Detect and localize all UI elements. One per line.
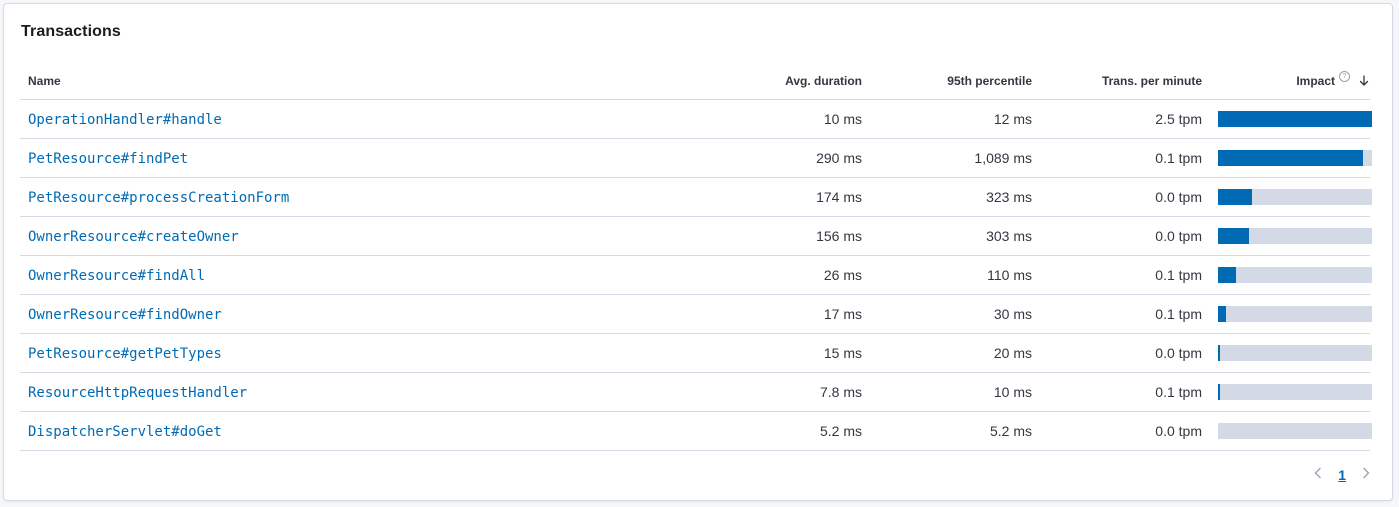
name-cell: OwnerResource#createOwner (20, 216, 540, 256)
p95-cell: 1,089 ms (870, 138, 1040, 178)
impact-cell (1210, 138, 1372, 178)
transaction-name-link[interactable]: OwnerResource#createOwner (28, 229, 239, 245)
tpm-cell: 2.5 tpm (1040, 99, 1210, 139)
transaction-name-link[interactable]: OwnerResource#findOwner (28, 307, 222, 323)
p95-cell: 323 ms (870, 177, 1040, 217)
p95-cell: 12 ms (870, 99, 1040, 139)
page-number-button[interactable]: 1 (1338, 467, 1346, 483)
table-row: OwnerResource#createOwner 156 ms 303 ms 0.0… (20, 216, 1372, 256)
impact-cell (1210, 372, 1372, 412)
p95-cell: 20 ms (870, 333, 1040, 373)
column-header-trans-per-minute[interactable]: Trans. per minute (1040, 62, 1210, 100)
impact-cell (1210, 216, 1372, 256)
impact-bar-fill (1218, 384, 1220, 400)
column-header-95th-percentile[interactable]: 95th percentile (870, 62, 1040, 100)
impact-cell (1210, 255, 1372, 295)
impact-bar (1218, 306, 1372, 322)
impact-bar-fill (1218, 306, 1226, 322)
column-header-name[interactable]: Name (20, 62, 540, 100)
table-header-row: Name Avg. duration 95th percentile Trans… (20, 62, 1370, 100)
impact-bar-fill (1218, 189, 1252, 205)
impact-bar (1218, 345, 1372, 361)
panel-title: Transactions (21, 23, 121, 40)
impact-bar-fill (1218, 150, 1363, 166)
transaction-name-link[interactable]: OperationHandler#handle (28, 112, 222, 128)
impact-bar-fill (1218, 345, 1220, 361)
impact-header-label: Impact (1296, 73, 1335, 88)
impact-cell (1210, 333, 1372, 373)
impact-bar (1218, 423, 1372, 439)
table-row: PetResource#processCreationForm 174 ms 323… (20, 177, 1372, 217)
p95-cell: 10 ms (870, 372, 1040, 412)
question-circle-icon[interactable]: ? (1339, 71, 1350, 82)
impact-cell (1210, 294, 1372, 334)
table-row: OwnerResource#findOwner 17 ms 30 ms 0.1 tpm (20, 294, 1372, 334)
tpm-cell: 0.0 tpm (1040, 177, 1210, 217)
chevron-left-icon[interactable] (1312, 466, 1324, 484)
name-cell: PetResource#findPet (20, 138, 540, 178)
table-row: PetResource#findPet 290 ms 1,089 ms 0.1 tpm (20, 138, 1372, 178)
tpm-cell: 0.0 tpm (1040, 333, 1210, 373)
impact-bar-fill (1218, 228, 1249, 244)
tpm-cell: 0.0 tpm (1040, 411, 1210, 451)
transaction-name-link[interactable]: PetResource#findPet (28, 151, 188, 167)
table-body: OperationHandler#handle 10 ms 12 ms 2.5 tpm… (20, 99, 1372, 451)
impact-bar-fill (1218, 111, 1372, 127)
impact-bar (1218, 111, 1372, 127)
impact-bar (1218, 267, 1372, 283)
avg-duration-cell: 174 ms (540, 177, 870, 217)
avg-duration-cell: 10 ms (540, 99, 870, 139)
column-header-avg-duration[interactable]: Avg. duration (540, 62, 870, 100)
impact-cell (1210, 99, 1372, 139)
table-row: ResourceHttpRequestHandler 7.8 ms 10 ms 0.1… (20, 372, 1372, 412)
tpm-cell: 0.1 tpm (1040, 255, 1210, 295)
transaction-name-link[interactable]: ResourceHttpRequestHandler (28, 385, 247, 401)
name-cell: PetResource#getPetTypes (20, 333, 540, 373)
impact-bar (1218, 150, 1372, 166)
name-cell: OwnerResource#findAll (20, 255, 540, 295)
pagination: 1 (1312, 466, 1372, 484)
impact-bar (1218, 228, 1372, 244)
transaction-name-link[interactable]: OwnerResource#findAll (28, 268, 205, 284)
impact-cell (1210, 177, 1372, 217)
tpm-cell: 0.1 tpm (1040, 138, 1210, 178)
table-row: OwnerResource#findAll 26 ms 110 ms 0.1 tpm (20, 255, 1372, 295)
impact-cell (1210, 411, 1372, 451)
tpm-cell: 0.1 tpm (1040, 372, 1210, 412)
avg-duration-cell: 17 ms (540, 294, 870, 334)
impact-bar (1218, 384, 1372, 400)
table-row: OperationHandler#handle 10 ms 12 ms 2.5 tpm (20, 99, 1372, 139)
column-header-impact[interactable]: Impact ? (1210, 62, 1370, 100)
table-row: DispatcherServlet#doGet 5.2 ms 5.2 ms 0.0 t… (20, 411, 1372, 451)
name-cell: OperationHandler#handle (20, 99, 540, 139)
avg-duration-cell: 7.8 ms (540, 372, 870, 412)
name-cell: ResourceHttpRequestHandler (20, 372, 540, 412)
p95-cell: 5.2 ms (870, 411, 1040, 451)
transactions-table: Name Avg. duration 95th percentile Trans… (20, 62, 1372, 451)
tpm-cell: 0.1 tpm (1040, 294, 1210, 334)
chevron-right-icon[interactable] (1360, 466, 1372, 484)
table-row: PetResource#getPetTypes 15 ms 20 ms 0.0 tpm (20, 333, 1372, 373)
avg-duration-cell: 26 ms (540, 255, 870, 295)
impact-bar-fill (1218, 267, 1237, 283)
name-cell: OwnerResource#findOwner (20, 294, 540, 334)
avg-duration-cell: 15 ms (540, 333, 870, 373)
impact-bar (1218, 189, 1372, 205)
avg-duration-cell: 290 ms (540, 138, 870, 178)
name-cell: PetResource#processCreationForm (20, 177, 540, 217)
avg-duration-cell: 156 ms (540, 216, 870, 256)
p95-cell: 110 ms (870, 255, 1040, 295)
avg-duration-cell: 5.2 ms (540, 411, 870, 451)
transaction-name-link[interactable]: PetResource#processCreationForm (28, 190, 289, 206)
transaction-name-link[interactable]: PetResource#getPetTypes (28, 346, 222, 362)
name-cell: DispatcherServlet#doGet (20, 411, 540, 451)
transaction-name-link[interactable]: DispatcherServlet#doGet (28, 424, 222, 440)
p95-cell: 303 ms (870, 216, 1040, 256)
tpm-cell: 0.0 tpm (1040, 216, 1210, 256)
p95-cell: 30 ms (870, 294, 1040, 334)
transactions-panel: Transactions Name Avg. duration 95th per… (3, 3, 1393, 501)
sort-descending-icon[interactable] (1358, 74, 1370, 87)
